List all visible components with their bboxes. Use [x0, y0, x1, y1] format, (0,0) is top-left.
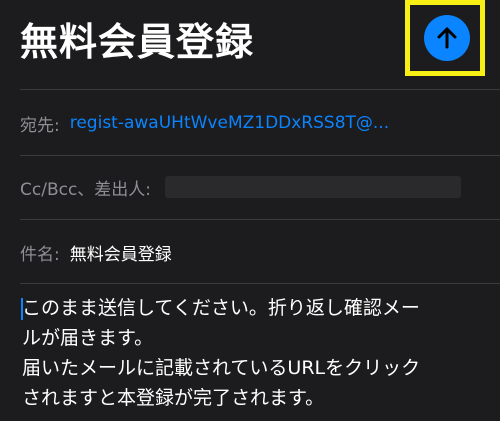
- to-label: 宛先:: [20, 115, 60, 136]
- subject-field[interactable]: 件名: 無料会員登録: [20, 237, 500, 267]
- cc-bcc-from-label: Cc/Bcc、差出人:: [20, 179, 152, 200]
- to-recipient[interactable]: regist-awaUHtWveMZ1DDxRSS8T@...: [70, 113, 389, 133]
- compose-title: 無料会員登録: [20, 20, 255, 64]
- body-line: このまま送信してください。折り返し確認メー: [22, 297, 420, 319]
- divider: [20, 283, 500, 284]
- body-line: 届いたメールに記載されているURLをクリック: [22, 357, 421, 379]
- send-button[interactable]: [424, 15, 470, 61]
- cc-bcc-from-field[interactable]: Cc/Bcc、差出人:: [20, 172, 500, 202]
- redacted-sender: [165, 176, 462, 198]
- body-line: ルが届きます。: [22, 327, 154, 349]
- divider: [20, 219, 500, 220]
- divider: [20, 89, 500, 90]
- arrow-up-icon: [437, 27, 457, 49]
- divider: [20, 155, 500, 156]
- message-body[interactable]: このまま送信してください。折り返し確認メー ルが届きます。 届いたメールに記載さ…: [22, 293, 498, 413]
- subject-value[interactable]: 無料会員登録: [70, 240, 172, 265]
- to-field[interactable]: 宛先: regist-awaUHtWveMZ1DDxRSS8T@...: [20, 108, 500, 138]
- body-line: されますと本登録が完了されます。: [22, 387, 325, 409]
- subject-label: 件名:: [20, 244, 60, 265]
